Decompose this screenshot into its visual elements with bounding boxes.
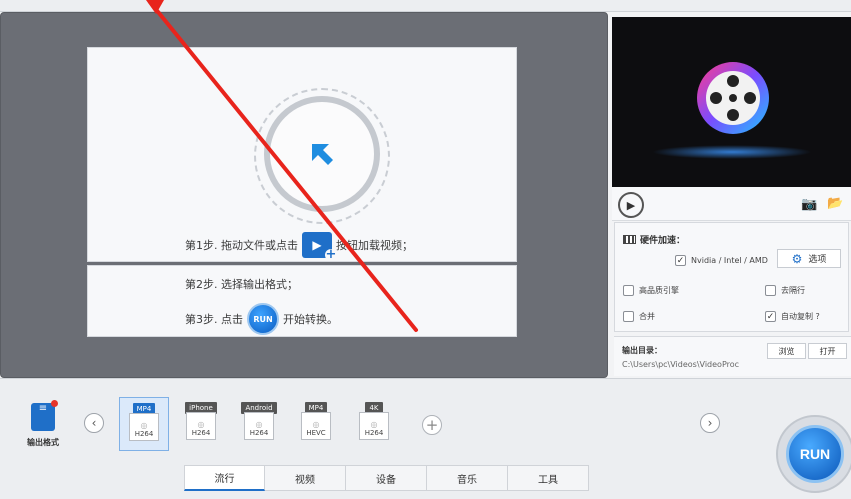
checkbox-unchecked[interactable] — [765, 285, 776, 296]
high-quality-checkbox[interactable]: 高品质引擎 — [623, 285, 679, 296]
top-bar — [0, 0, 851, 12]
output-directory: 输出目录： C:\Users\pc\Videos\VideoProc 浏览 打开 — [614, 336, 851, 376]
drop-area[interactable]: 🎞 ♫ ▣ ▯ 第1步. 拖动文件或点击 ▶+ 按钮加载视频； 第2步. 选择输… — [0, 12, 608, 378]
format-codec: H264 — [134, 430, 154, 438]
tab-tools[interactable]: 工具 — [508, 465, 589, 491]
step3-suffix: 开始转换。 — [283, 313, 338, 326]
format-codec: HEVC — [306, 429, 326, 437]
hw-accel-label: 硬件加速： — [640, 236, 686, 246]
bottom-panel: ≡ 输出格式 ‹ MP4 ◎ H264 iPhone ◎ H264 Android … — [0, 378, 851, 499]
logo-glow — [652, 145, 812, 159]
format-item[interactable]: Android ◎ H264 — [234, 397, 284, 451]
output-dir-label: 输出目录： — [622, 346, 662, 355]
step1-suffix: 按钮加载视频； — [336, 239, 413, 252]
format-codec: H264 — [364, 429, 384, 437]
add-video-icon[interactable]: ▶ + — [302, 232, 337, 261]
run-button[interactable]: RUN — [786, 425, 844, 483]
step3-prefix: 第3步. 点击 — [185, 313, 243, 326]
add-format-icon[interactable]: + — [422, 415, 442, 435]
format-item[interactable]: iPhone ◎ H264 — [176, 397, 226, 451]
steps-card: 第2步. 选择输出格式； 第3步. 点击 RUN 开始转换。 — [87, 265, 517, 337]
format-item[interactable]: MP4 ◎ HEVC — [291, 397, 341, 451]
drag-arrow-icon — [309, 141, 335, 167]
format-item[interactable]: 4K ◎ H264 — [349, 397, 399, 451]
play-icon[interactable]: ▶ — [618, 192, 644, 218]
step3-text: 第3步. 点击 RUN 开始转换。 — [185, 303, 338, 335]
format-item[interactable]: MP4 ◎ H264 — [119, 397, 169, 451]
format-codec: H264 — [249, 429, 269, 437]
merge-checkbox[interactable]: 合并 — [623, 311, 655, 322]
high-quality-label: 高品质引擎 — [639, 286, 679, 295]
browse-button[interactable]: 浏览 — [767, 343, 806, 359]
hw-accel-check-label: Nvidia / Intel / AMD — [691, 256, 768, 265]
scroll-right-icon[interactable]: › — [700, 413, 720, 433]
step1-text: 第1步. 拖动文件或点击 ▶ + 按钮加载视频； — [185, 232, 413, 261]
camera-icon[interactable]: 📷 — [801, 197, 817, 212]
drop-card[interactable]: 第1步. 拖动文件或点击 ▶ + 按钮加载视频； — [87, 47, 517, 262]
output-format-label: 输出格式 — [27, 438, 59, 447]
gear-icon: ⚙ — [791, 251, 803, 266]
format-doc-icon: ◎ H264 — [186, 412, 216, 440]
checkbox-unchecked[interactable] — [623, 285, 634, 296]
tab-device[interactable]: 设备 — [346, 465, 427, 491]
merge-label: 合并 — [639, 312, 655, 321]
format-doc-icon: ◎ H264 — [359, 412, 389, 440]
step2-text: 第2步. 选择输出格式； — [185, 278, 298, 291]
format-doc-icon: ◎ H264 — [244, 412, 274, 440]
format-doc-icon: ◎ HEVC — [301, 412, 331, 440]
tab-video[interactable]: 视频 — [265, 465, 346, 491]
tab-popular[interactable]: 流行 — [184, 465, 265, 491]
category-tabs: 流行 视频 设备 音乐 工具 — [184, 465, 589, 491]
folder-icon[interactable]: 📂 — [827, 196, 843, 211]
player-bar: ▶ 📷 📂 — [612, 187, 851, 221]
auto-copy-checkbox[interactable]: ✓ 自动复制 ? — [765, 311, 820, 322]
hw-accel-title: 硬件加速： — [623, 233, 685, 246]
step1-prefix: 第1步. 拖动文件或点击 — [185, 239, 298, 252]
video-preview — [612, 17, 851, 187]
options-button[interactable]: ⚙ 选项 — [777, 249, 841, 268]
run-mini-button[interactable]: RUN — [247, 303, 279, 335]
checkbox-checked[interactable]: ✓ — [765, 311, 776, 322]
output-format-icon: ≡ — [31, 400, 58, 431]
drop-target-ring[interactable] — [264, 96, 380, 212]
output-dir-path[interactable]: C:\Users\pc\Videos\VideoProc — [622, 360, 739, 369]
scroll-left-icon[interactable]: ‹ — [84, 413, 104, 433]
run-area: RUN — [772, 409, 851, 497]
auto-copy-label: 自动复制 ? — [781, 312, 820, 321]
open-button[interactable]: 打开 — [808, 343, 847, 359]
hardware-icon — [623, 235, 636, 244]
output-format-button[interactable]: ≡ 输出格式 — [18, 400, 68, 448]
tab-music[interactable]: 音乐 — [427, 465, 508, 491]
format-doc-icon: ◎ H264 — [129, 413, 159, 441]
videoproc-logo — [692, 57, 774, 139]
format-codec: H264 — [191, 429, 211, 437]
deinterlace-checkbox[interactable]: 去隔行 — [765, 285, 805, 296]
hw-accel-checkbox[interactable]: ✓ Nvidia / Intel / AMD — [675, 255, 768, 266]
options-panel: 硬件加速： ✓ Nvidia / Intel / AMD ⚙ 选项 高品质引擎 … — [614, 222, 849, 332]
deinterlace-label: 去隔行 — [781, 286, 805, 295]
checkbox-unchecked[interactable] — [623, 311, 634, 322]
checkbox-checked[interactable]: ✓ — [675, 255, 686, 266]
options-button-label: 选项 — [808, 255, 827, 265]
